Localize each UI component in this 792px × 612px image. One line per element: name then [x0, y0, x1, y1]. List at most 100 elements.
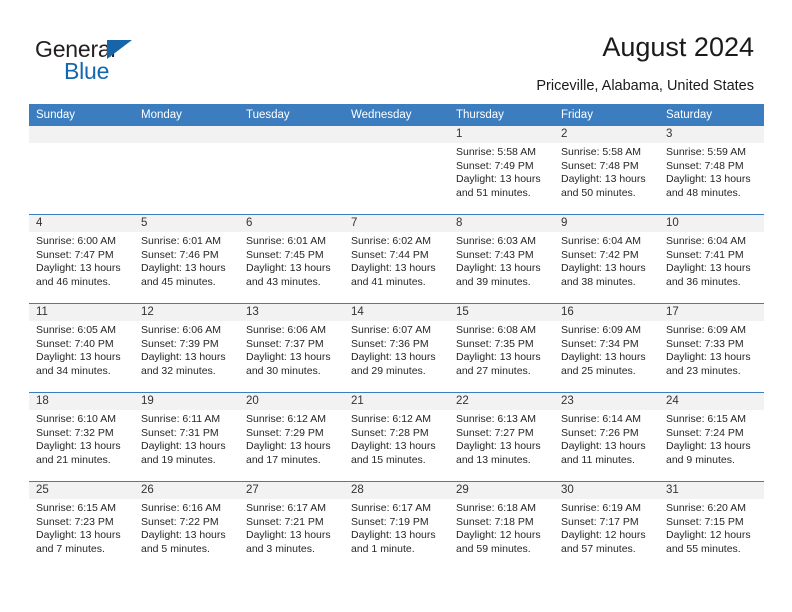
daylight-text-line2: and 41 minutes. — [351, 275, 426, 288]
sunset-text: Sunset: 7:31 PM — [141, 426, 219, 439]
sunset-text: Sunset: 7:24 PM — [666, 426, 744, 439]
day-cell[interactable] — [344, 126, 449, 215]
sunrise-text: Sunrise: 6:16 AM — [141, 502, 221, 514]
daylight-text-line1: Daylight: 13 hours — [561, 351, 646, 364]
day-number: 16 — [554, 304, 659, 321]
page-title: August 2024 — [602, 32, 754, 62]
day-cell[interactable]: 27 Sunrise: 6:17 AM Sunset: 7:21 PM Dayligh… — [239, 481, 344, 570]
sunset-text: Sunset: 7:37 PM — [246, 337, 324, 350]
sunset-text: Sunset: 7:44 PM — [351, 248, 429, 261]
day-number: 4 — [29, 215, 134, 232]
weekday-header-saturday: Saturday — [659, 104, 764, 126]
general-blue-logo[interactable]: General Blue — [35, 36, 275, 88]
day-cell[interactable]: 22 Sunrise: 6:13 AM Sunset: 7:27 PM Dayligh… — [449, 392, 554, 482]
daylight-text-line2: and 39 minutes. — [456, 275, 531, 288]
day-cell[interactable] — [29, 126, 134, 215]
sunrise-text: Sunrise: 6:04 AM — [561, 235, 641, 247]
sunrise-text: Sunrise: 5:58 AM — [561, 146, 641, 158]
daylight-text-line2: and 9 minutes. — [666, 453, 735, 466]
day-cell[interactable]: 14 Sunrise: 6:07 AM Sunset: 7:36 PM Dayligh… — [344, 303, 449, 393]
day-cell[interactable]: 11 Sunrise: 6:05 AM Sunset: 7:40 PM Dayligh… — [29, 303, 134, 393]
sunrise-text: Sunrise: 6:01 AM — [246, 235, 326, 247]
daylight-text-line1: Daylight: 12 hours — [456, 529, 541, 542]
day-number: 17 — [659, 304, 764, 321]
day-number: 26 — [134, 482, 239, 499]
daylight-text-line1: Daylight: 13 hours — [351, 262, 436, 275]
week-row: 25 Sunrise: 6:15 AM Sunset: 7:23 PM Dayligh… — [29, 481, 764, 570]
day-number: 8 — [449, 215, 554, 232]
day-cell[interactable]: 29 Sunrise: 6:18 AM Sunset: 7:18 PM Dayligh… — [449, 481, 554, 570]
day-cell[interactable]: 4 Sunrise: 6:00 AM Sunset: 7:47 PM Daylight… — [29, 214, 134, 304]
day-cell[interactable]: 2 Sunrise: 5:58 AM Sunset: 7:48 PM Daylight… — [554, 126, 659, 215]
sunset-text: Sunset: 7:15 PM — [666, 515, 744, 528]
sunrise-text: Sunrise: 6:17 AM — [351, 502, 431, 514]
day-cell[interactable]: 28 Sunrise: 6:17 AM Sunset: 7:19 PM Dayligh… — [344, 481, 449, 570]
day-number: 7 — [344, 215, 449, 232]
day-cell[interactable]: 15 Sunrise: 6:08 AM Sunset: 7:35 PM Dayligh… — [449, 303, 554, 393]
weekday-header-wednesday: Wednesday — [344, 104, 449, 126]
daylight-text-line2: and 55 minutes. — [666, 542, 741, 555]
day-cell[interactable]: 8 Sunrise: 6:03 AM Sunset: 7:43 PM Daylight… — [449, 214, 554, 304]
day-cell[interactable]: 24 Sunrise: 6:15 AM Sunset: 7:24 PM Dayligh… — [659, 392, 764, 482]
sunset-text: Sunset: 7:45 PM — [246, 248, 324, 261]
day-number: 31 — [659, 482, 764, 499]
sunrise-text: Sunrise: 6:13 AM — [456, 413, 536, 425]
day-cell[interactable]: 20 Sunrise: 6:12 AM Sunset: 7:29 PM Dayligh… — [239, 392, 344, 482]
sunset-text: Sunset: 7:21 PM — [246, 515, 324, 528]
day-cell[interactable]: 30 Sunrise: 6:19 AM Sunset: 7:17 PM Dayligh… — [554, 481, 659, 570]
day-cell[interactable]: 7 Sunrise: 6:02 AM Sunset: 7:44 PM Daylight… — [344, 214, 449, 304]
day-cell[interactable]: 10 Sunrise: 6:04 AM Sunset: 7:41 PM Dayligh… — [659, 214, 764, 304]
daylight-text-line1: Daylight: 13 hours — [351, 440, 436, 453]
day-cell[interactable]: 18 Sunrise: 6:10 AM Sunset: 7:32 PM Dayligh… — [29, 392, 134, 482]
day-cell[interactable] — [239, 126, 344, 215]
sunrise-text: Sunrise: 6:05 AM — [36, 324, 116, 336]
day-cell[interactable]: 16 Sunrise: 6:09 AM Sunset: 7:34 PM Dayligh… — [554, 303, 659, 393]
sunrise-text: Sunrise: 6:02 AM — [351, 235, 431, 247]
day-number: 24 — [659, 393, 764, 410]
day-number: 21 — [344, 393, 449, 410]
day-cell[interactable]: 19 Sunrise: 6:11 AM Sunset: 7:31 PM Dayligh… — [134, 392, 239, 482]
day-cell[interactable] — [134, 126, 239, 215]
daylight-text-line1: Daylight: 13 hours — [456, 351, 541, 364]
sunset-text: Sunset: 7:48 PM — [666, 159, 744, 172]
week-row: 1 Sunrise: 5:58 AM Sunset: 7:49 PM Daylight… — [29, 126, 764, 215]
day-number: 11 — [29, 304, 134, 321]
sunrise-text: Sunrise: 6:18 AM — [456, 502, 536, 514]
day-cell[interactable]: 1 Sunrise: 5:58 AM Sunset: 7:49 PM Daylight… — [449, 126, 554, 215]
day-number: 14 — [344, 304, 449, 321]
daylight-text-line1: Daylight: 13 hours — [36, 351, 121, 364]
day-number: 27 — [239, 482, 344, 499]
sunset-text: Sunset: 7:41 PM — [666, 248, 744, 261]
day-cell[interactable]: 31 Sunrise: 6:20 AM Sunset: 7:15 PM Dayligh… — [659, 481, 764, 570]
sunset-text: Sunset: 7:26 PM — [561, 426, 639, 439]
daylight-text-line2: and 13 minutes. — [456, 453, 531, 466]
day-cell[interactable]: 5 Sunrise: 6:01 AM Sunset: 7:46 PM Daylight… — [134, 214, 239, 304]
page-header: General Blue August 2024 Priceville, Ala… — [0, 0, 792, 100]
day-cell[interactable]: 17 Sunrise: 6:09 AM Sunset: 7:33 PM Dayligh… — [659, 303, 764, 393]
daylight-text-line1: Daylight: 13 hours — [246, 440, 331, 453]
day-cell[interactable]: 3 Sunrise: 5:59 AM Sunset: 7:48 PM Daylight… — [659, 126, 764, 215]
day-cell[interactable]: 21 Sunrise: 6:12 AM Sunset: 7:28 PM Dayligh… — [344, 392, 449, 482]
sunrise-text: Sunrise: 5:59 AM — [666, 146, 746, 158]
day-cell[interactable]: 25 Sunrise: 6:15 AM Sunset: 7:23 PM Dayligh… — [29, 481, 134, 570]
logo-text-blue: Blue — [64, 58, 110, 84]
day-number: 1 — [449, 126, 554, 143]
day-cell[interactable]: 26 Sunrise: 6:16 AM Sunset: 7:22 PM Dayligh… — [134, 481, 239, 570]
day-cell[interactable]: 6 Sunrise: 6:01 AM Sunset: 7:45 PM Daylight… — [239, 214, 344, 304]
sunrise-text: Sunrise: 6:14 AM — [561, 413, 641, 425]
day-cell[interactable]: 23 Sunrise: 6:14 AM Sunset: 7:26 PM Dayligh… — [554, 392, 659, 482]
daylight-text-line2: and 34 minutes. — [36, 364, 111, 377]
sunset-text: Sunset: 7:43 PM — [456, 248, 534, 261]
daylight-text-line1: Daylight: 13 hours — [141, 351, 226, 364]
daylight-text-line1: Daylight: 13 hours — [36, 262, 121, 275]
daylight-text-line1: Daylight: 13 hours — [141, 440, 226, 453]
daylight-text-line2: and 51 minutes. — [456, 186, 531, 199]
day-cell[interactable]: 9 Sunrise: 6:04 AM Sunset: 7:42 PM Daylight… — [554, 214, 659, 304]
day-cell[interactable]: 13 Sunrise: 6:06 AM Sunset: 7:37 PM Dayligh… — [239, 303, 344, 393]
sunset-text: Sunset: 7:18 PM — [456, 515, 534, 528]
sunrise-text: Sunrise: 6:19 AM — [561, 502, 641, 514]
day-number: 6 — [239, 215, 344, 232]
day-cell[interactable]: 12 Sunrise: 6:06 AM Sunset: 7:39 PM Dayligh… — [134, 303, 239, 393]
sunset-text: Sunset: 7:49 PM — [456, 159, 534, 172]
daylight-text-line2: and 38 minutes. — [561, 275, 636, 288]
